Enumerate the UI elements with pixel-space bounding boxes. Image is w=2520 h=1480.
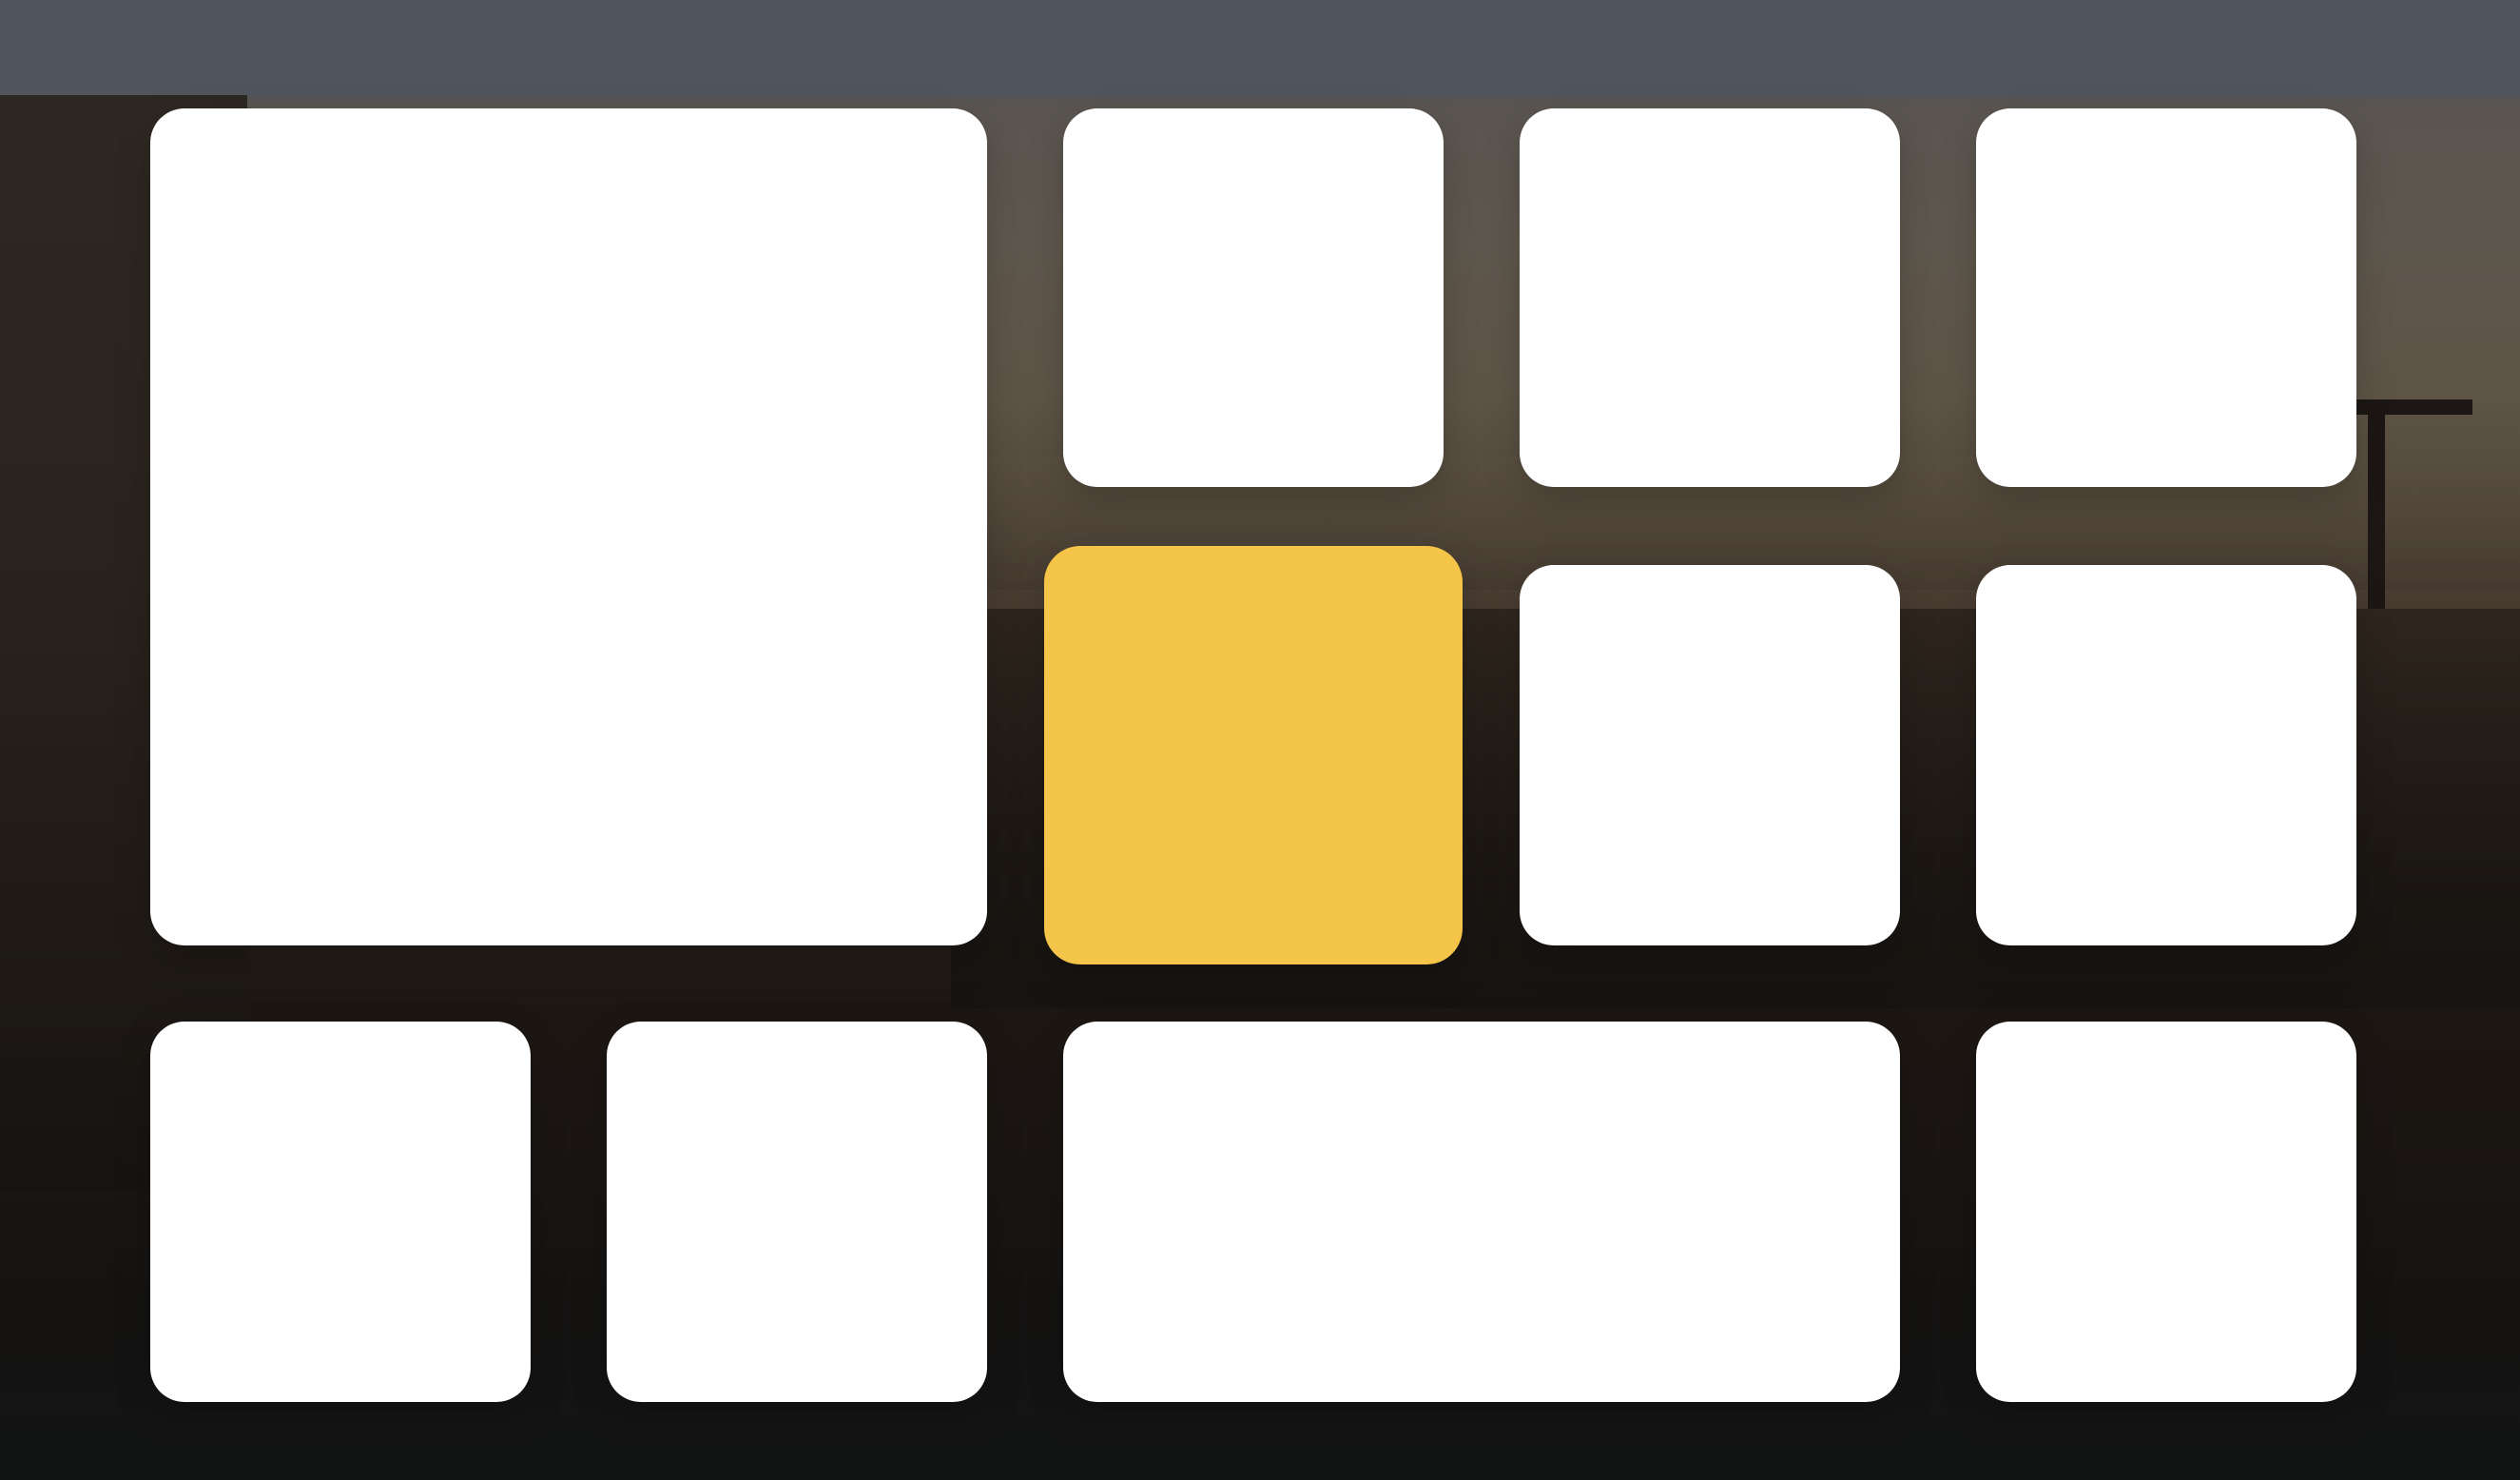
tile-wide[interactable]	[1063, 1022, 1900, 1402]
wallpaper-pole	[2368, 399, 2385, 609]
wallpaper-pole-bar	[2349, 399, 2472, 415]
tile-r3c2[interactable]	[607, 1022, 987, 1402]
tile-r1c5[interactable]	[1976, 108, 2356, 487]
tile-r2c4[interactable]	[1520, 565, 1900, 945]
tile-r1c4[interactable]	[1520, 108, 1900, 487]
top-bar	[0, 0, 2520, 95]
tile-r1c3[interactable]	[1063, 108, 1444, 487]
tile-focused-selected[interactable]	[1044, 546, 1463, 964]
tile-r2c5[interactable]	[1976, 565, 2356, 945]
screen	[0, 0, 2520, 1480]
tile-r3c1[interactable]	[150, 1022, 531, 1402]
tile-large[interactable]	[150, 108, 987, 945]
tile-r3c5[interactable]	[1976, 1022, 2356, 1402]
